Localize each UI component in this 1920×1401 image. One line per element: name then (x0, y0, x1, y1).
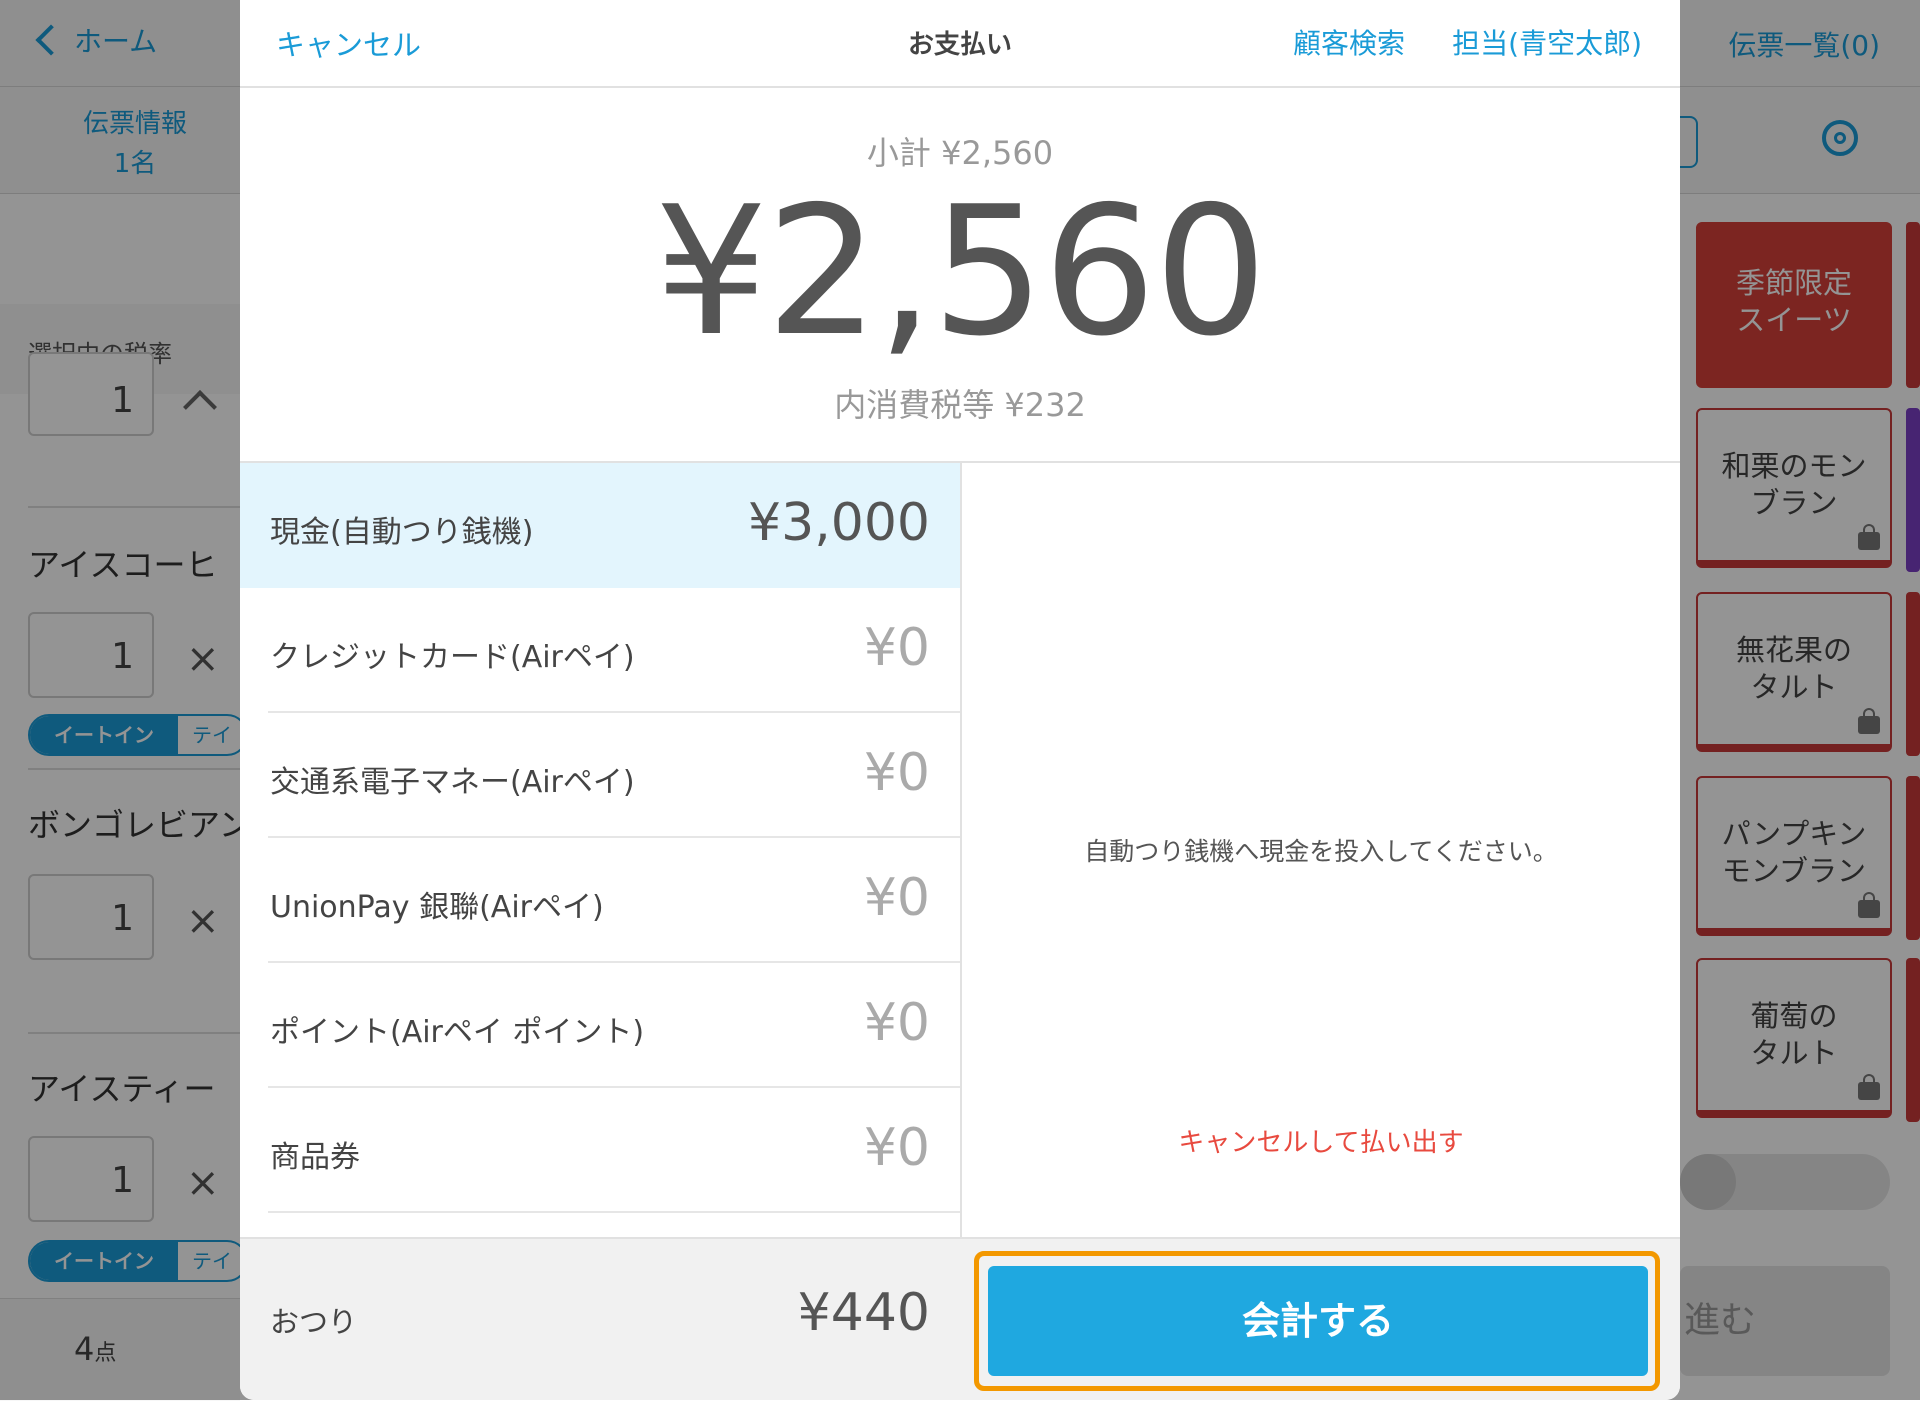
payment-method-row[interactable]: 交通系電子マネー(Airペイ) ¥0 (240, 713, 960, 838)
payment-method-amount: ¥0 (863, 1118, 930, 1178)
row-divider (268, 1211, 960, 1213)
payment-method-label: ポイント(Airペイ ポイント) (270, 1015, 645, 1050)
payment-method-row[interactable]: UnionPay 銀聯(Airペイ) ¥0 (240, 838, 960, 963)
payment-method-row[interactable]: ポイント(Airペイ ポイント) ¥0 (240, 963, 960, 1088)
payment-method-amount: ¥0 (863, 868, 930, 928)
payment-method-label: 交通系電子マネー(Airペイ) (270, 765, 635, 800)
payment-method-row[interactable]: 現金(自動つり銭機) ¥3,000 (240, 463, 960, 588)
total-amount: ¥2,560 (654, 168, 1268, 375)
payment-method-amount: ¥3,000 (748, 493, 930, 553)
payment-method-list: 現金(自動つり銭機) ¥3,000 クレジットカード(Airペイ) ¥0 交通系… (240, 463, 960, 1237)
payment-method-label: 現金(自動つり銭機) (270, 515, 534, 550)
checkout-button[interactable]: 会計する (988, 1266, 1648, 1376)
modal-header: キャンセル お支払い 顧客検索 担当(青空太郎) (240, 0, 1680, 88)
cancel-payout-link[interactable]: キャンセルして払い出す (962, 1122, 1680, 1159)
customer-search-button[interactable]: 顧客検索 (1293, 22, 1405, 62)
change-amount: ¥440 (797, 1283, 930, 1343)
instruction-text: 自動つり銭機へ現金を投入してください。 (1084, 837, 1558, 866)
tax-text: 内消費税等 ¥232 (834, 386, 1086, 424)
payment-method-amount: ¥0 (863, 618, 930, 678)
payment-method-amount: ¥0 (863, 993, 930, 1053)
payment-method-label: クレジットカード(Airペイ) (270, 640, 635, 675)
payment-method-row[interactable]: クレジットカード(Airペイ) ¥0 (240, 588, 960, 713)
payment-method-amount: ¥0 (863, 743, 930, 803)
modal-footer: おつり ¥440 会計する (240, 1237, 1680, 1400)
staff-button[interactable]: 担当(青空太郎) (1452, 22, 1642, 62)
payment-method-label: 商品券 (270, 1140, 360, 1175)
payment-method-label: UnionPay 銀聯(Airペイ) (270, 890, 604, 925)
payment-method-row[interactable]: 商品券 ¥0 (240, 1088, 960, 1213)
payment-modal: キャンセル お支払い 顧客検索 担当(青空太郎) 小計 ¥2,560 ¥2,56… (240, 0, 1680, 1400)
